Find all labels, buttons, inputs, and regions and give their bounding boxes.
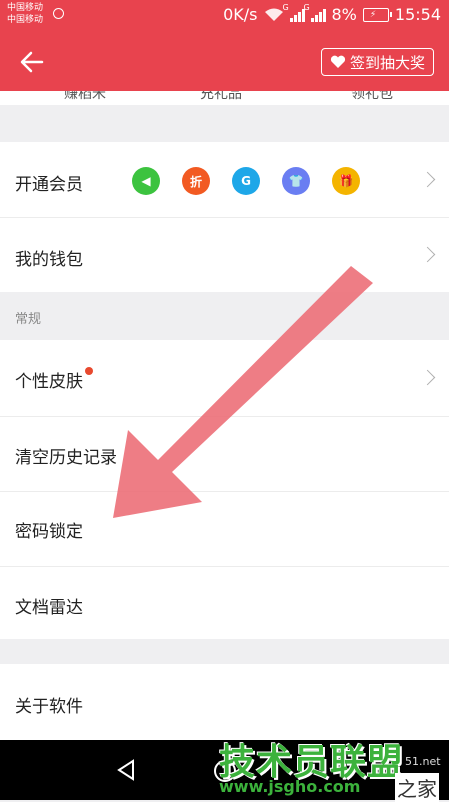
password-lock-row[interactable]: 密码锁定 — [0, 492, 449, 566]
app-bar: 签到抽大奖 — [0, 33, 449, 91]
carrier-2: 中国移动 — [7, 15, 44, 25]
gift-icon: 🎁 — [332, 167, 360, 195]
battery-percent: 8% — [331, 5, 357, 24]
status-bar: 中国移动 中国移动 0K/s G G 8% ⚡ 15:54 — [0, 0, 449, 33]
battery-icon: ⚡ — [362, 7, 392, 22]
clear-history-label: 清空历史记录 — [15, 448, 117, 468]
vip-icon-list: ◀ 折 G 👕 🎁 — [132, 167, 360, 195]
megaphone-icon: ◀ — [132, 167, 160, 195]
g-icon: G — [232, 167, 260, 195]
password-lock-label: 密码锁定 — [15, 522, 83, 542]
membership-label: 开通会员 — [15, 175, 83, 195]
nav-back-icon[interactable] — [116, 759, 136, 781]
signin-lottery-button[interactable]: 签到抽大奖 — [320, 48, 434, 76]
clock: 15:54 — [394, 5, 441, 24]
membership-row[interactable]: 开通会员 ◀ 折 G 👕 🎁 — [0, 142, 449, 217]
watermark-url: www.jsgho.com — [219, 777, 361, 796]
chevron-right-icon — [419, 171, 436, 188]
peek-earn-rice[interactable]: 赚稻米 — [64, 91, 106, 103]
watermark-logo: 技术员联盟 51.net www.jsgho.com 之家 — [219, 733, 449, 802]
heart-icon — [330, 55, 346, 68]
wifi-icon — [264, 8, 283, 21]
doc-radar-row[interactable]: 文档雷达 — [0, 567, 449, 639]
signal-icon: G — [283, 3, 305, 22]
back-arrow-icon[interactable] — [16, 46, 48, 78]
network-speed: 0K/s — [223, 5, 258, 24]
carrier-info: 中国移动 中国移动 — [7, 2, 43, 26]
signal-icon-2: G — [304, 3, 326, 22]
clear-history-row[interactable]: 清空历史记录 — [0, 417, 449, 491]
chevron-right-icon — [419, 369, 436, 386]
about-row[interactable]: 关于软件 — [0, 664, 449, 740]
rewards-row-peek: 赚稻米 充礼品 领礼包 — [0, 91, 449, 105]
skin-label: 个性皮肤 — [15, 372, 83, 392]
wallet-row[interactable]: 我的钱包 — [0, 218, 449, 292]
carrier-1: 中国移动 — [7, 3, 44, 13]
watermark-zhijia: 之家 — [395, 773, 439, 802]
new-badge-dot — [85, 367, 93, 375]
doc-radar-label: 文档雷达 — [15, 598, 83, 618]
watermark-side: 51.net — [405, 755, 441, 768]
signin-label: 签到抽大奖 — [349, 53, 425, 72]
about-label: 关于软件 — [15, 697, 83, 717]
peek-get-gift[interactable]: 领礼包 — [351, 91, 393, 103]
skin-row[interactable]: 个性皮肤 — [0, 340, 449, 416]
discount-icon: 折 — [182, 167, 210, 195]
shirt-icon: 👕 — [282, 167, 310, 195]
section-title-general: 常规 — [15, 312, 42, 327]
search-icon — [53, 8, 64, 19]
wallet-label: 我的钱包 — [15, 250, 83, 270]
peek-recharge-gift[interactable]: 充礼品 — [200, 91, 242, 103]
chevron-right-icon — [419, 246, 436, 263]
